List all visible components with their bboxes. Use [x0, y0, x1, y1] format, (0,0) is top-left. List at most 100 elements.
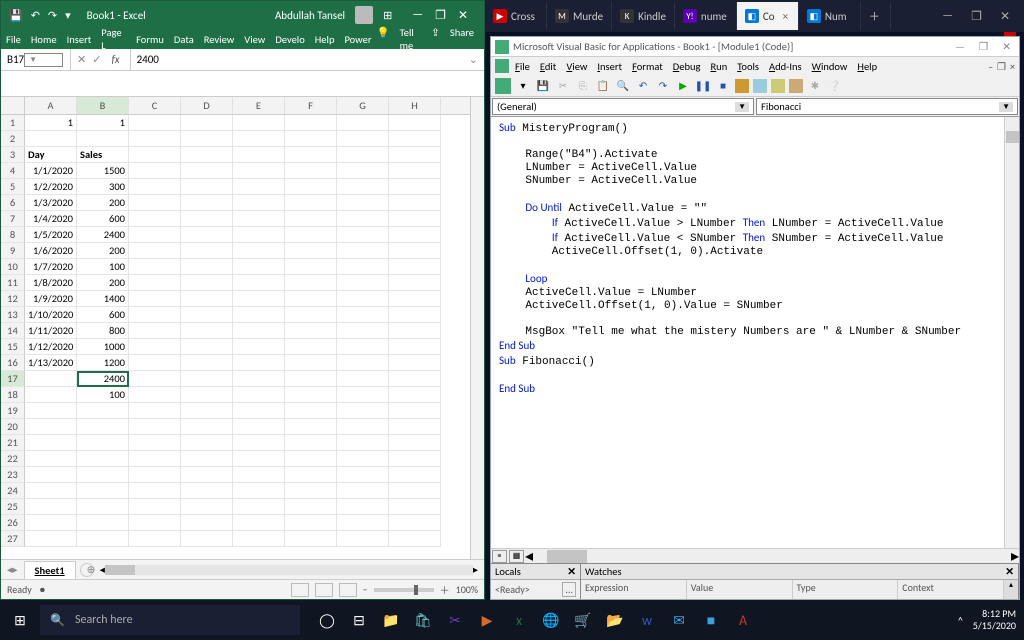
cell[interactable]: [337, 323, 389, 339]
scroll-right-icon[interactable]: ▸: [473, 563, 478, 576]
cell[interactable]: [181, 307, 233, 323]
cell[interactable]: [285, 387, 337, 403]
cell[interactable]: [389, 531, 441, 547]
row-header[interactable]: 13: [1, 307, 25, 323]
cell[interactable]: [285, 467, 337, 483]
ribbon-tab-file[interactable]: File: [1, 29, 26, 49]
cell[interactable]: [181, 179, 233, 195]
copy-icon[interactable]: ⎘: [575, 78, 591, 94]
cell[interactable]: [181, 467, 233, 483]
locals-close-icon[interactable]: ✕: [567, 565, 576, 578]
cell[interactable]: [181, 115, 233, 131]
cell[interactable]: [25, 499, 77, 515]
cell[interactable]: [233, 419, 285, 435]
cell[interactable]: [285, 419, 337, 435]
browser-tab[interactable]: ▶Cross: [485, 2, 547, 30]
cell[interactable]: [285, 355, 337, 371]
cell[interactable]: [337, 451, 389, 467]
vba-close-button[interactable]: ✕: [1002, 40, 1011, 53]
cell[interactable]: [337, 131, 389, 147]
vba-menu-item[interactable]: File: [511, 60, 534, 73]
row-header[interactable]: 18: [1, 387, 25, 403]
cell[interactable]: 1200: [77, 355, 129, 371]
cell[interactable]: [389, 307, 441, 323]
cut-icon[interactable]: ✂: [555, 78, 571, 94]
ribbon-tab-review[interactable]: Review: [199, 29, 240, 49]
procedure-view-icon[interactable]: ≡: [492, 550, 507, 563]
cell[interactable]: [233, 275, 285, 291]
cell[interactable]: [285, 291, 337, 307]
tab-close-icon[interactable]: ×: [783, 10, 788, 23]
cell[interactable]: [181, 195, 233, 211]
locals-more-icon[interactable]: ...: [562, 582, 576, 597]
cell[interactable]: [389, 275, 441, 291]
row-header[interactable]: 5: [1, 179, 25, 195]
cell[interactable]: [181, 403, 233, 419]
cell[interactable]: [181, 371, 233, 387]
cell[interactable]: [285, 259, 337, 275]
cell[interactable]: [129, 163, 181, 179]
cell[interactable]: [77, 499, 129, 515]
cell[interactable]: [389, 419, 441, 435]
cell[interactable]: [129, 499, 181, 515]
cell[interactable]: Day: [25, 147, 77, 163]
cell[interactable]: [285, 147, 337, 163]
cell[interactable]: [77, 467, 129, 483]
taskbar-app-icon[interactable]: ■: [696, 600, 726, 640]
cell[interactable]: [181, 515, 233, 531]
cell[interactable]: [337, 403, 389, 419]
cell[interactable]: [337, 419, 389, 435]
cell[interactable]: [129, 227, 181, 243]
cell[interactable]: [389, 387, 441, 403]
cell[interactable]: Sales: [77, 147, 129, 163]
cell[interactable]: [337, 515, 389, 531]
cell[interactable]: [181, 259, 233, 275]
col-header[interactable]: G: [337, 97, 389, 114]
cell[interactable]: [129, 515, 181, 531]
row-header[interactable]: 19: [1, 403, 25, 419]
cell[interactable]: [389, 163, 441, 179]
watches-col-header[interactable]: Expression: [581, 580, 687, 599]
object-dropdown[interactable]: (General) ▼: [492, 98, 754, 115]
cell[interactable]: [233, 211, 285, 227]
taskbar-app-icon[interactable]: ✉: [664, 600, 694, 640]
cell[interactable]: 1/11/2020: [25, 323, 77, 339]
cell[interactable]: 2400: [77, 371, 129, 387]
cell[interactable]: [337, 387, 389, 403]
reset-icon[interactable]: ■: [715, 78, 731, 94]
row-header[interactable]: 27: [1, 531, 25, 547]
cell[interactable]: 1: [77, 115, 129, 131]
cell[interactable]: [233, 531, 285, 547]
undo-icon[interactable]: ↶: [31, 9, 40, 22]
save-icon[interactable]: 💾: [535, 78, 551, 94]
row-header[interactable]: 10: [1, 259, 25, 275]
row-header[interactable]: 4: [1, 163, 25, 179]
cell[interactable]: [25, 419, 77, 435]
cell[interactable]: [337, 291, 389, 307]
cell[interactable]: 1/13/2020: [25, 355, 77, 371]
cell[interactable]: 200: [77, 275, 129, 291]
cell[interactable]: [285, 499, 337, 515]
vba-maximize-button[interactable]: ❐: [979, 40, 988, 53]
cell[interactable]: [233, 259, 285, 275]
vba-menu-item[interactable]: Insert: [593, 60, 626, 73]
cell[interactable]: [129, 371, 181, 387]
taskbar-app-icon[interactable]: ✂: [440, 600, 470, 640]
col-header[interactable]: F: [285, 97, 337, 114]
cell[interactable]: [129, 531, 181, 547]
cell[interactable]: [389, 371, 441, 387]
avatar[interactable]: [355, 6, 373, 24]
sheet-nav-prev-icon[interactable]: ◂▸: [1, 563, 24, 576]
ribbon-tab-help[interactable]: Help: [310, 29, 340, 49]
cell[interactable]: 1/12/2020: [25, 339, 77, 355]
col-header[interactable]: E: [233, 97, 285, 114]
cell[interactable]: [285, 179, 337, 195]
cell[interactable]: 1: [25, 115, 77, 131]
row-header[interactable]: 8: [1, 227, 25, 243]
cell[interactable]: 1/1/2020: [25, 163, 77, 179]
ribbon-tab-formu[interactable]: Formu: [131, 29, 169, 49]
vba-menu-item[interactable]: Format: [628, 60, 667, 73]
cell[interactable]: [285, 307, 337, 323]
cell[interactable]: [337, 211, 389, 227]
cell[interactable]: [129, 259, 181, 275]
